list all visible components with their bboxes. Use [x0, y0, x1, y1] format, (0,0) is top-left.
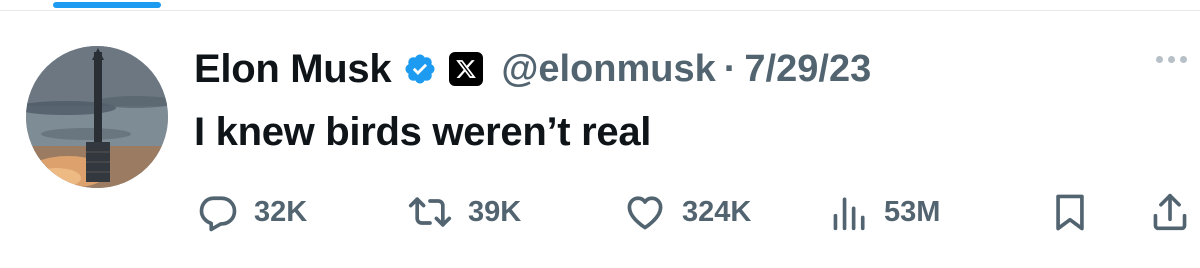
more-dot: [1168, 56, 1175, 63]
views-button[interactable]: 53M: [830, 190, 940, 234]
like-button[interactable]: 324K: [622, 190, 751, 234]
share-button[interactable]: [1150, 190, 1190, 234]
more-dot: [1156, 56, 1163, 63]
repost-icon: [406, 190, 454, 234]
verified-check-icon[interactable]: [403, 52, 437, 86]
author-name[interactable]: Elon Musk: [194, 47, 392, 92]
like-count: 324K: [682, 195, 752, 228]
author-handle[interactable]: @elonmusk: [501, 48, 715, 91]
avatar[interactable]: [26, 46, 168, 188]
view-count: 53M: [884, 195, 941, 228]
like-icon: [622, 190, 668, 234]
more-icon[interactable]: [1156, 56, 1187, 63]
reply-count: 32K: [254, 195, 308, 228]
repost-button[interactable]: 39K: [406, 190, 521, 234]
tweet-header: Elon Musk @elonmusk · 7/29/23: [194, 45, 871, 93]
bookmark-icon: [1050, 190, 1090, 234]
active-tab-indicator: [53, 2, 161, 8]
views-icon: [830, 190, 870, 234]
repost-count: 39K: [468, 195, 522, 228]
separator-dot: ·: [723, 47, 737, 90]
reply-icon: [196, 190, 240, 234]
tweet-text: I knew birds weren’t real: [194, 110, 652, 154]
x-logo-icon[interactable]: [449, 52, 484, 86]
reply-button[interactable]: 32K: [196, 190, 307, 234]
bookmark-button[interactable]: [1050, 190, 1090, 234]
more-dot: [1180, 56, 1187, 63]
share-icon: [1150, 190, 1190, 234]
tweet-date[interactable]: 7/29/23: [744, 48, 871, 91]
top-divider: [0, 10, 1200, 11]
